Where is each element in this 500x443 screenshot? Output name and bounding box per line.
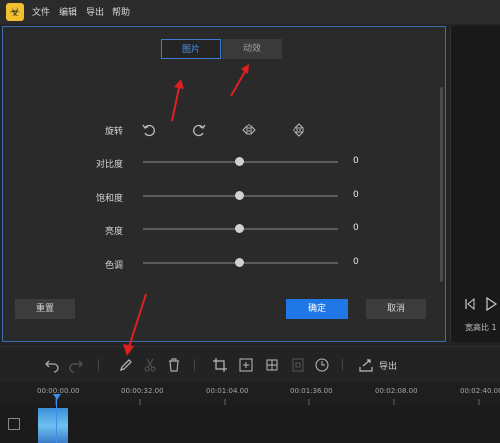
playhead[interactable] [56,396,57,443]
menu-edit[interactable]: 编辑 [59,5,77,18]
delete-icon[interactable] [166,357,182,373]
flip-horizontal-icon[interactable] [241,122,257,138]
annotation-arrow-icon [230,64,249,97]
timeline-tick: 00:00:32.00 [121,387,164,395]
toolbar-divider [194,359,195,371]
mosaic-icon[interactable] [264,357,280,373]
dialog-scrollbar[interactable] [440,87,443,282]
cancel-button[interactable]: 取消 [366,299,426,319]
contrast-value: 0 [353,156,359,166]
menu-file[interactable]: 文件 [32,5,50,18]
film-track-icon [8,418,20,430]
annotation-arrow-icon [171,79,184,122]
timeline: 00:00:00.00 00:00:32.00 00:01:04.00 00:0… [0,382,500,443]
previous-frame-icon[interactable] [465,298,475,310]
brightness-value: 0 [353,223,359,233]
timeline-tick: 00:02:40.00 [460,387,500,395]
export-button[interactable]: 导出 [379,359,397,372]
timeline-tick: 00:02:08.00 [375,387,418,395]
tab-picture[interactable]: 图片 [161,39,221,59]
saturation-value: 0 [353,190,359,200]
toolbar-divider [342,359,343,371]
redo-icon[interactable] [68,357,84,373]
export-icon[interactable] [358,357,374,373]
crop-icon[interactable] [212,357,228,373]
menubar: ☣ 文件 编辑 导出 帮助 [0,0,500,24]
image-adjust-dialog: 图片 动效 旋转 对比度 0 饱和度 0 亮度 0 色调 0 重置 确定 取消 [2,26,446,342]
play-icon[interactable] [485,297,497,311]
freeze-frame-icon[interactable] [290,357,306,373]
preview-panel: 宽高比 1 [450,26,500,342]
playhead-marker-icon[interactable] [53,394,61,400]
saturation-slider-handle[interactable] [235,191,244,200]
menu-help[interactable]: 帮助 [112,5,130,18]
contrast-label: 对比度 [95,160,123,170]
zoom-frame-icon[interactable] [238,357,254,373]
aspect-ratio-label[interactable]: 宽高比 1 [465,322,497,333]
saturation-label: 饱和度 [95,194,123,204]
annotation-arrow-icon [123,293,147,356]
contrast-slider-handle[interactable] [235,157,244,166]
video-clip[interactable] [38,408,68,443]
timeline-tick: 00:01:36.00 [290,387,333,395]
timeline-tick: 00:01:04.00 [206,387,249,395]
confirm-button[interactable]: 确定 [286,299,348,319]
timeline-ruler[interactable] [0,399,500,405]
menu-export[interactable]: 导出 [86,5,104,18]
rotate-right-icon[interactable] [191,122,207,138]
video-track [0,406,500,443]
tab-effect[interactable]: 动效 [222,39,282,59]
hue-slider-handle[interactable] [235,258,244,267]
toolbar-divider [98,359,99,371]
duration-clock-icon[interactable] [314,357,330,373]
brightness-slider-handle[interactable] [235,224,244,233]
rotate-left-icon[interactable] [141,122,157,138]
hue-label: 色调 [104,261,123,271]
app-logo: ☣ [6,3,24,21]
rotate-label: 旋转 [104,127,123,137]
reset-button[interactable]: 重置 [15,299,75,319]
brightness-label: 亮度 [104,227,123,237]
undo-icon[interactable] [44,357,60,373]
edit-toolbar: 导出 [0,346,500,383]
hue-value: 0 [353,257,359,267]
flip-vertical-icon[interactable] [291,122,307,138]
